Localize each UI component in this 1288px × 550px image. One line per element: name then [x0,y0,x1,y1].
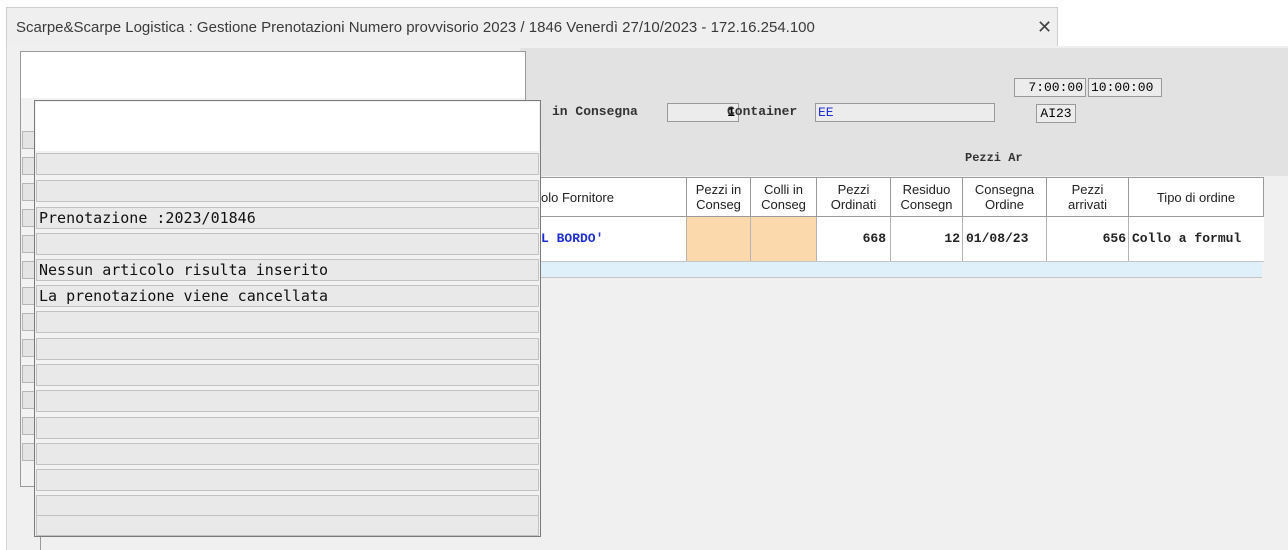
popup-line-cancelled: La prenotazione viene cancellata [36,285,539,307]
col-pezzi-ordinati[interactable]: Pezzi Ordinati [817,178,891,216]
code-field[interactable]: AI23 [1036,104,1076,123]
cell-pezzi-ordinati: 668 [817,217,891,261]
table-row[interactable]: L BORDO' 668 12 01/08/23 656 Collo a for… [540,217,1264,262]
col-pezzi-in-consegna[interactable]: Pezzi in Conseg [687,178,751,216]
in-consegna-label: in Consegna [552,104,638,119]
popup-line-2 [36,180,539,202]
background-dialog-header [21,52,525,98]
popup-line-13 [36,469,539,491]
col-consegna-ordine[interactable]: Consegna Ordine [963,178,1047,216]
popup-line-11 [36,417,539,439]
cell-consegna-ordine: 01/08/23 [963,217,1047,261]
cell-fornitore: L BORDO' [541,217,687,261]
popup-line-12 [36,443,539,465]
window-title: Scarpe&Scarpe Logistica : Gestione Preno… [16,19,815,36]
cell-colli-in-consegna[interactable] [751,217,817,261]
col-colli-in-consegna[interactable]: Colli in Conseg [751,178,817,216]
divider [40,537,41,550]
popup-line-15 [36,515,539,536]
booking-header: in Consegna 1 Container EE 7:00:00 10:00… [520,48,1288,176]
cell-residuo-consegna: 12 [891,217,963,261]
popup-header [36,102,539,151]
popup-line-14 [36,495,539,517]
popup-line-4 [36,233,539,255]
col-residuo-consegna[interactable]: Residuo Consegn [891,178,963,216]
popup-line-9 [36,364,539,386]
popup-line-booking: Prenotazione :2023/01846 [36,207,539,229]
window-tab[interactable]: Scarpe&Scarpe Logistica : Gestione Preno… [6,7,1058,46]
popup-line-1 [36,153,539,175]
col-fornitore[interactable]: olo Fornitore [541,178,687,216]
message-popup: Prenotazione :2023/01846 Nessun articolo… [34,100,541,537]
time-from-field[interactable]: 7:00:00 [1014,78,1086,97]
grid-header: olo Fornitore Pezzi in Conseg Colli in C… [540,177,1264,217]
pezzi-ar-label: Pezzi Ar [965,151,1023,165]
close-icon[interactable]: ✕ [1037,17,1052,38]
popup-line-7 [36,311,539,333]
tab-bar: Scarpe&Scarpe Logistica : Gestione Preno… [0,0,1288,46]
col-tipo-ordine[interactable]: Tipo di ordine [1129,178,1263,216]
col-pezzi-arrivati[interactable]: Pezzi arrivati [1047,178,1129,216]
container-field[interactable]: EE [815,103,995,122]
popup-line-10 [36,390,539,412]
cell-tipo-ordine: Collo a formul [1132,231,1242,246]
cell-pezzi-in-consegna[interactable] [687,217,751,261]
cell-pezzi-arrivati: 656 [1047,217,1129,261]
popup-line-8 [36,338,539,360]
popup-line-no-articles: Nessun articolo risulta inserito [36,259,539,281]
table-row-empty[interactable] [540,262,1262,278]
container-label: Container [727,104,798,119]
time-to-field[interactable]: 10:00:00 [1088,78,1162,97]
